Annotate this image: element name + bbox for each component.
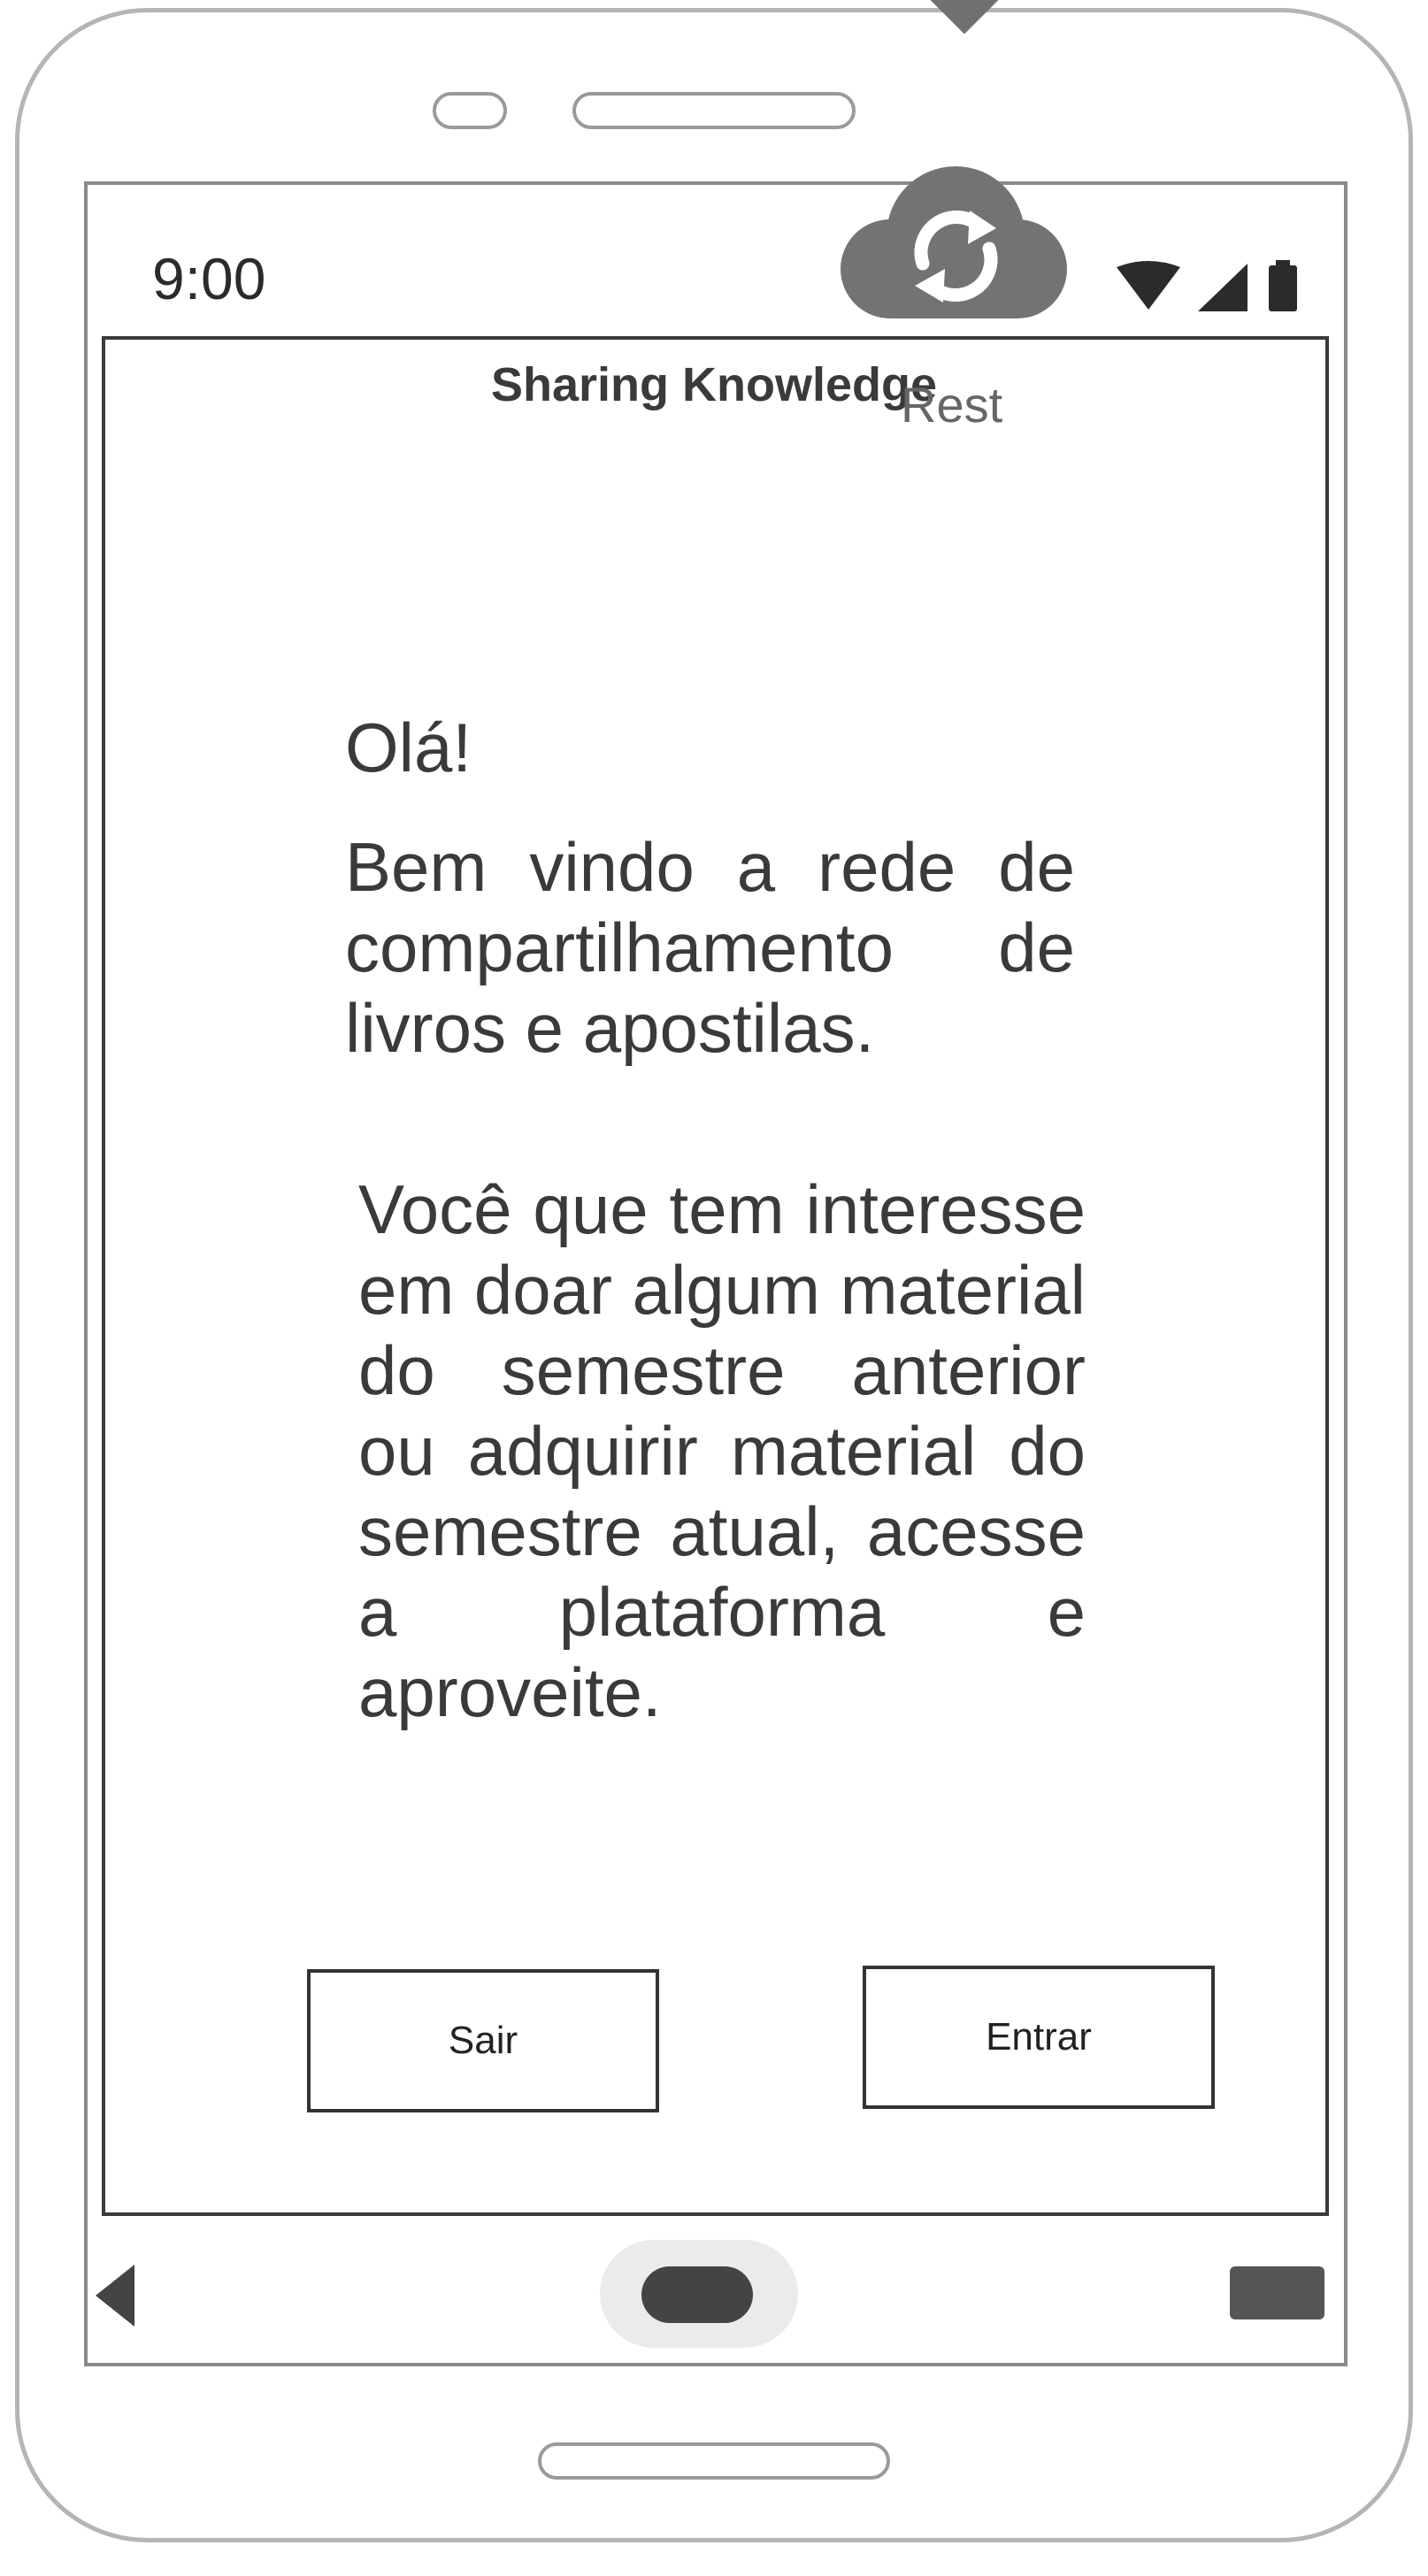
- nav-recent-apps-icon[interactable]: [1230, 2266, 1324, 2319]
- nav-back-icon[interactable]: [96, 2265, 134, 2327]
- app-title: Sharing Knowledge: [490, 358, 938, 411]
- cellular-signal-icon: [1198, 264, 1248, 311]
- sync-label: Rest: [901, 377, 1003, 433]
- status-time: 9:00: [152, 246, 266, 311]
- wifi-icon: [1117, 261, 1180, 310]
- exit-button-label: Sair: [448, 2019, 518, 2062]
- enter-button-label: Entrar: [986, 2015, 1092, 2058]
- earpiece-speaker: [572, 92, 856, 129]
- front-camera: [433, 92, 507, 129]
- welcome-text: Bem vindo a rede de compartilhamento de …: [345, 828, 1075, 1067]
- hardware-bottom-bar: [538, 2442, 890, 2480]
- greeting-text: Olá!: [345, 709, 472, 786]
- battery-icon: [1269, 260, 1297, 311]
- description-text: Você que tem interesse em doar algum mat…: [358, 1170, 1086, 1731]
- exit-button[interactable]: Sair: [307, 1969, 659, 2112]
- enter-button[interactable]: Entrar: [863, 1966, 1215, 2109]
- status-icons: [1117, 260, 1297, 311]
- nav-home-icon[interactable]: [641, 2266, 753, 2323]
- cloud-sync-icon[interactable]: [839, 165, 1069, 320]
